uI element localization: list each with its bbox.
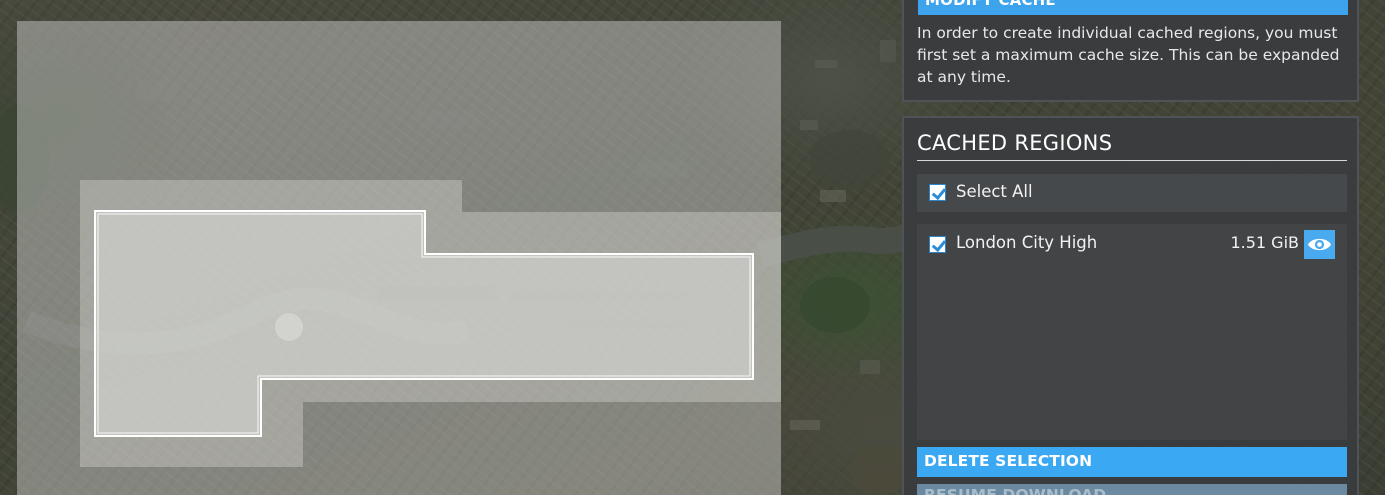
region-list[interactable]: London City High 1.51 GiB [917,224,1347,440]
eye-icon [1308,238,1331,251]
delete-selection-label: DELETE SELECTION [924,452,1093,470]
modify-cache-description: In order to create individual cached reg… [917,24,1340,86]
modify-cache-panel: MODIFY CACHE In order to create individu… [902,0,1359,102]
toggle-visibility-button[interactable] [1304,230,1335,259]
resume-download-label: RESUME DOWNLOAD [924,486,1107,495]
select-all-label: Select All [956,182,1033,201]
resume-download-button[interactable]: RESUME DOWNLOAD [917,484,1347,495]
region-name: London City High [956,233,1098,252]
modify-cache-button[interactable]: MODIFY CACHE [918,0,1348,15]
title-divider [917,160,1347,161]
modify-cache-label: MODIFY CACHE [925,0,1056,9]
cached-regions-panel: CACHED REGIONS Select All London City Hi… [902,116,1359,495]
checkbox-checked-icon[interactable] [929,184,946,201]
region-size: 1.51 GiB [1230,233,1299,252]
delete-selection-button[interactable]: DELETE SELECTION [917,447,1347,477]
checkbox-checked-icon[interactable] [929,236,946,253]
select-all-row[interactable]: Select All [917,174,1347,212]
list-item[interactable]: London City High 1.51 GiB [917,224,1347,264]
cached-regions-title: CACHED REGIONS [917,131,1113,155]
